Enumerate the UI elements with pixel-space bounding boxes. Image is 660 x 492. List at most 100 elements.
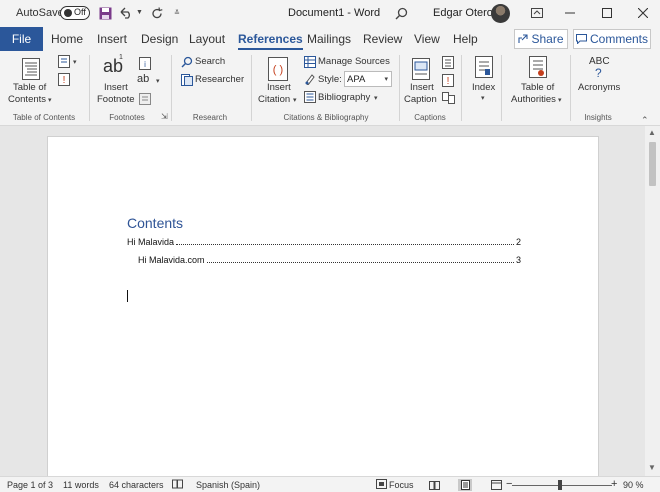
undo-dropdown-icon[interactable]: ▼ (136, 9, 143, 16)
researcher-label[interactable]: Researcher (195, 74, 244, 85)
add-text-dropdown-icon[interactable]: ▾ (73, 58, 77, 66)
researcher-icon[interactable] (180, 73, 194, 87)
index-label[interactable]: Index (472, 82, 495, 93)
tab-insert[interactable]: Insert (97, 27, 127, 51)
share-button[interactable]: Share (514, 29, 568, 49)
vertical-scrollbar[interactable]: ▲ ▼ (645, 126, 660, 476)
scroll-down-icon[interactable]: ▼ (648, 463, 656, 472)
insert-citation-icon[interactable]: ( ) (266, 55, 290, 82)
tab-mailings[interactable]: Mailings (307, 27, 351, 51)
tab-home[interactable]: Home (51, 27, 83, 51)
tab-layout[interactable]: Layout (189, 27, 225, 51)
zoom-in-icon[interactable]: + (611, 478, 617, 490)
toggle-knob (64, 9, 72, 17)
bibliography-dropdown-icon[interactable]: ▾ (374, 94, 378, 102)
insert-footnote-line2[interactable]: Footnote (97, 94, 135, 105)
insert-citation-line2[interactable]: Citation (258, 94, 290, 105)
user-name[interactable]: Edgar Otero (433, 7, 493, 19)
insert-footnote-line1[interactable]: Insert (104, 82, 128, 93)
share-icon (518, 34, 529, 43)
tab-file[interactable]: File (0, 27, 43, 51)
tab-help[interactable]: Help (453, 27, 478, 51)
search-icon[interactable] (393, 5, 409, 21)
tab-design[interactable]: Design (141, 27, 178, 51)
toc-entry-page: 3 (515, 255, 521, 265)
research-search-label[interactable]: Search (195, 56, 225, 67)
group-separator (570, 55, 571, 121)
avatar[interactable] (491, 4, 510, 23)
proofing-icon[interactable] (172, 479, 183, 491)
print-layout-icon[interactable] (458, 479, 472, 491)
show-notes-icon[interactable] (138, 92, 152, 106)
zoom-level[interactable]: 90 % (623, 480, 644, 490)
authorities-line1[interactable]: Table of (521, 82, 554, 93)
bibliography-icon[interactable] (303, 90, 317, 104)
index-icon[interactable] (473, 55, 495, 79)
close-icon[interactable] (633, 4, 653, 22)
toc-entry[interactable]: Hi Malavida 2 (127, 235, 521, 247)
customize-qat-icon[interactable]: ≚ (174, 9, 180, 17)
table-of-authorities-icon[interactable] (527, 55, 549, 79)
insert-caption-icon[interactable] (410, 55, 432, 82)
acronyms-label[interactable]: Acronyms (578, 82, 620, 93)
manage-sources-icon[interactable] (303, 55, 317, 69)
comments-button[interactable]: Comments (573, 29, 651, 49)
acronyms-question-icon[interactable]: ? (595, 66, 602, 80)
focus-label[interactable]: Focus (389, 480, 414, 490)
web-layout-icon[interactable] (489, 479, 503, 491)
authorities-dropdown-icon[interactable]: ▾ (558, 96, 562, 104)
redo-icon[interactable] (149, 5, 165, 21)
toc-entry-page: 2 (515, 237, 521, 247)
character-count[interactable]: 64 characters (109, 480, 164, 490)
maximize-icon[interactable] (597, 4, 617, 22)
scroll-thumb[interactable] (649, 142, 656, 186)
read-mode-icon[interactable] (427, 479, 441, 491)
next-footnote-icon[interactable]: ab (137, 73, 149, 85)
insert-table-of-figures-icon[interactable] (441, 55, 455, 69)
insert-caption-line2[interactable]: Caption (404, 94, 437, 105)
save-icon[interactable] (97, 5, 113, 21)
add-text-icon[interactable] (57, 54, 71, 68)
search-icon[interactable] (180, 55, 194, 69)
toc-button-line2[interactable]: Contents (8, 94, 46, 105)
tab-review[interactable]: Review (363, 27, 402, 51)
manage-sources-label[interactable]: Manage Sources (318, 56, 390, 67)
language[interactable]: Spanish (Spain) (196, 480, 260, 490)
page-count[interactable]: Page 1 of 3 (7, 480, 53, 490)
toc-dropdown-icon[interactable]: ▾ (48, 96, 52, 104)
index-dropdown-icon[interactable]: ▾ (481, 94, 485, 102)
group-label-citations: Citations & Bibliography (283, 113, 369, 122)
document-page[interactable]: Contents Hi Malavida 2 Hi Malavida.com 3 (47, 136, 599, 476)
collapse-ribbon-icon[interactable]: ⌃ (641, 115, 649, 126)
update-table-icon[interactable]: ! (57, 72, 71, 86)
ribbon-display-options-icon[interactable] (527, 4, 547, 22)
bibliography-label[interactable]: Bibliography (318, 92, 370, 103)
insert-citation-line1[interactable]: Insert (267, 82, 291, 93)
focus-icon[interactable] (376, 479, 387, 491)
authorities-line2[interactable]: Authorities (511, 94, 556, 105)
zoom-out-icon[interactable]: − (506, 478, 512, 490)
footnotes-dialog-launcher-icon[interactable]: ⇲ (161, 112, 168, 121)
insert-citation-dropdown-icon[interactable]: ▾ (293, 96, 297, 104)
cross-reference-icon[interactable] (441, 91, 455, 105)
toc-button-line1[interactable]: Table of (13, 82, 46, 93)
tab-references[interactable]: References (238, 27, 303, 51)
word-count[interactable]: 11 words (63, 480, 99, 490)
undo-icon[interactable] (118, 5, 134, 21)
document-area[interactable]: Contents Hi Malavida 2 Hi Malavida.com 3 (0, 126, 645, 476)
update-table-of-figures-icon[interactable]: ! (441, 73, 455, 87)
toc-entry[interactable]: Hi Malavida.com 3 (138, 253, 521, 265)
next-footnote-dropdown-icon[interactable]: ▾ (156, 77, 160, 85)
insert-caption-line1[interactable]: Insert (410, 82, 434, 93)
scroll-up-icon[interactable]: ▲ (648, 128, 656, 137)
zoom-slider-thumb[interactable] (558, 480, 562, 490)
minimize-icon[interactable] (560, 4, 580, 22)
group-label-research: Research (192, 113, 228, 122)
group-separator (501, 55, 502, 121)
tab-view[interactable]: View (414, 27, 440, 51)
insert-endnote-icon[interactable]: i (138, 56, 152, 70)
citation-style-select[interactable]: APA ▾ (344, 71, 392, 87)
autosave-toggle[interactable]: Off (60, 6, 90, 20)
table-of-contents-icon[interactable] (20, 56, 42, 82)
zoom-slider[interactable] (512, 485, 612, 486)
